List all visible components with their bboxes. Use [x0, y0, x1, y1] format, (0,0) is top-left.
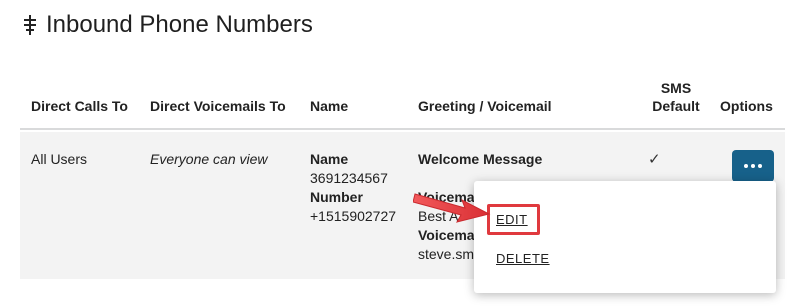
cell-name: Name 3691234567 Number +1515902727 — [310, 151, 397, 224]
page-header: Inbound Phone Numbers — [22, 8, 313, 42]
menu-item-delete[interactable]: DELETE — [496, 251, 550, 266]
page-title: Inbound Phone Numbers — [46, 11, 313, 38]
header-greeting-voicemail: Greeting / Voicemail — [418, 98, 552, 114]
options-dropdown-menu: EDIT DELETE — [474, 181, 776, 293]
pointer-arrow-icon — [413, 193, 491, 223]
header-direct-voicemails-to: Direct Voicemails To — [150, 98, 286, 114]
header-sms-default: SMS Default — [652, 80, 700, 114]
header-direct-calls-to: Direct Calls To — [31, 98, 128, 114]
more-horizontal-icon — [744, 164, 762, 168]
header-name: Name — [310, 98, 349, 114]
phone-routing-icon — [24, 15, 36, 35]
cell-direct-calls-to: All Users — [31, 151, 88, 167]
header-options: Options — [720, 98, 773, 114]
table-header: Direct Calls To Direct Voicemails To Nam… — [20, 70, 785, 130]
cell-direct-voicemails-to: Everyone can view — [150, 151, 268, 167]
edit-highlight-box — [487, 204, 540, 235]
options-button[interactable] — [732, 150, 774, 182]
sms-default-check: ✓ — [648, 151, 661, 168]
